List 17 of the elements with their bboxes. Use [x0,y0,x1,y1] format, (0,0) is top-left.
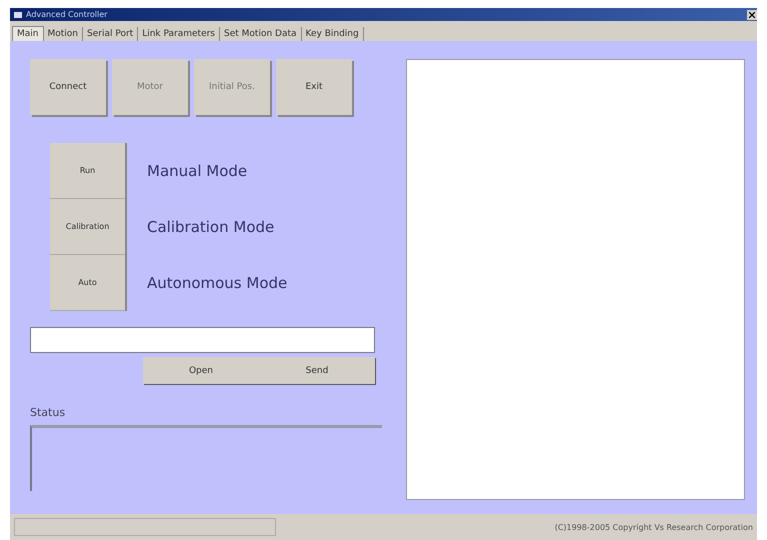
mode-label: Manual Mode [147,162,248,180]
mode-button[interactable]: Auto [50,255,125,311]
window-icon [14,12,22,18]
mode-button[interactable]: Calibration [50,199,125,255]
file-button[interactable]: Send [259,357,375,384]
input-field[interactable] [30,327,375,353]
status-label: Status [30,406,66,419]
tab[interactable]: Main [12,26,44,41]
window-title: Advanced Controller [26,10,108,19]
toolbar-button[interactable]: Connect [30,59,106,115]
toolbar-button[interactable]: Exit [276,59,352,115]
copyright-text: (C)1998-2005 Copyright Vs Research Corporation [554,522,753,532]
mode-button[interactable]: Run [50,143,125,199]
mode-label: Calibration Mode [147,218,274,236]
file-button[interactable]: Open [143,357,259,384]
mode-label: Autonomous Mode [147,274,288,292]
close-button[interactable] [747,10,757,20]
